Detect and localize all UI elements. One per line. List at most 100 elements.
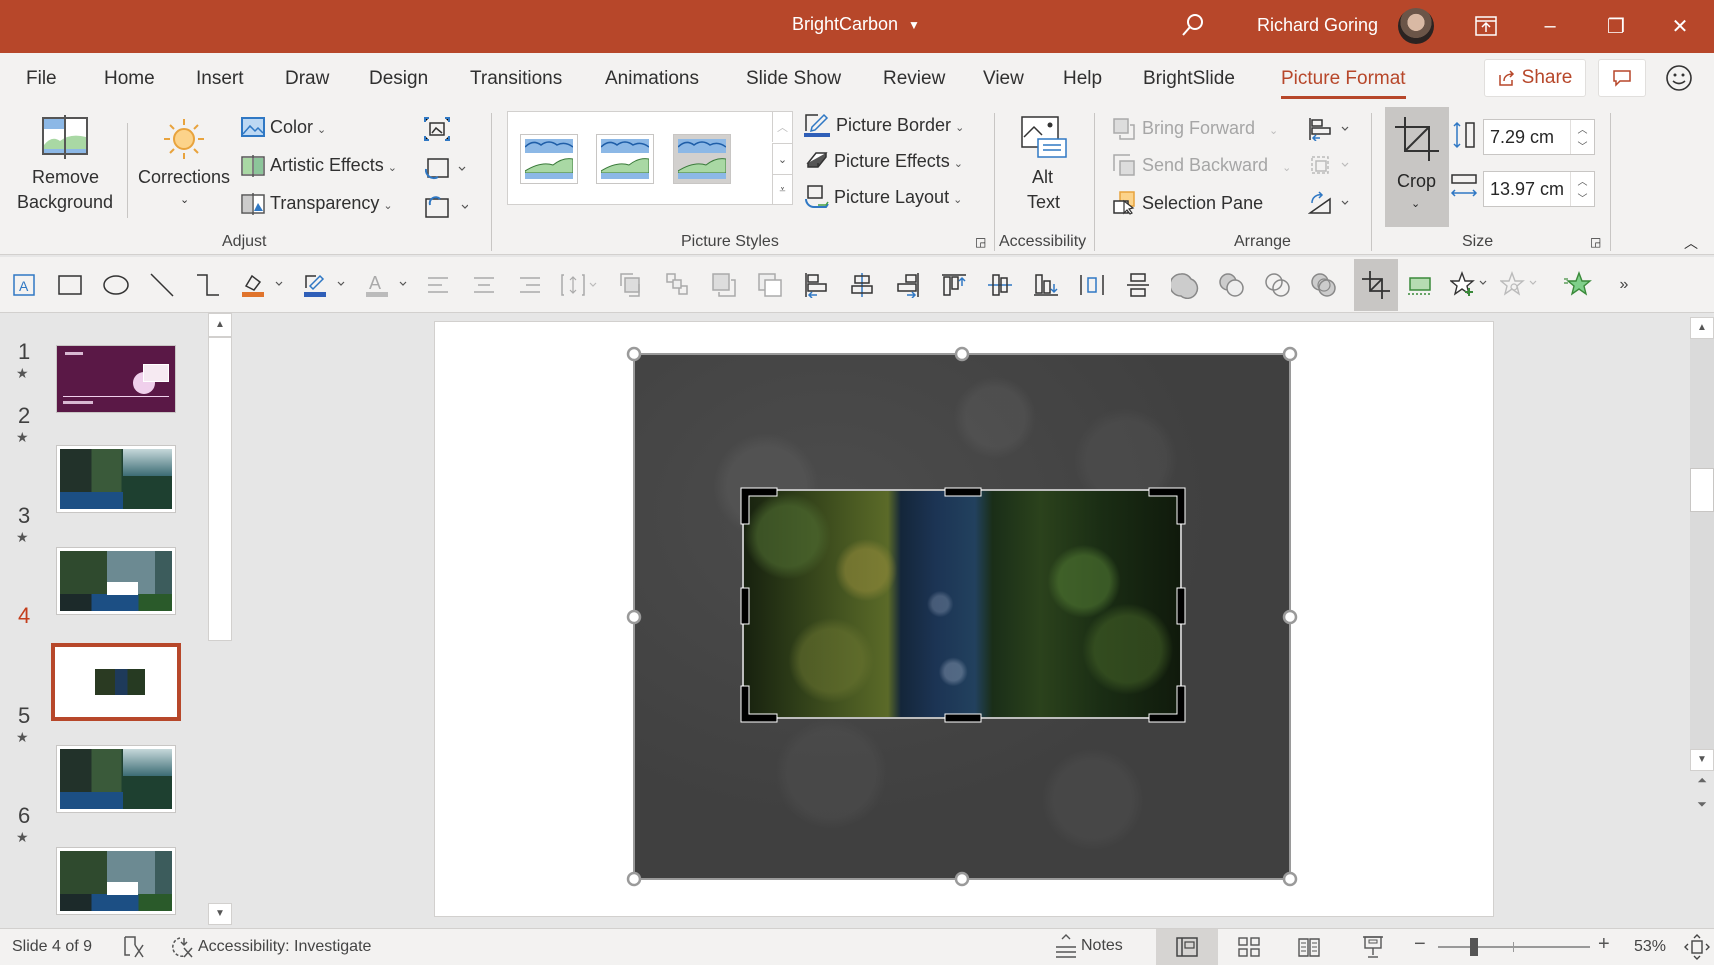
rectangle-icon[interactable] [54,269,86,301]
feedback-smiley-icon[interactable] [1664,63,1694,93]
remove-background-label-1[interactable]: Remove [32,167,99,188]
alt-text-icon[interactable] [1020,115,1068,161]
slide-sorter-icon[interactable] [1238,937,1260,957]
document-title-caret-icon[interactable]: ▼ [908,18,920,32]
close-button[interactable]: ✕ [1660,10,1700,42]
crop-handle-top-right[interactable] [1148,487,1186,525]
spin-down-icon[interactable]: ﹀ [1578,190,1588,205]
crop-toggle-icon[interactable] [1354,259,1398,311]
restore-button[interactable]: ❐ [1596,10,1636,42]
zoom-level[interactable]: 53% [1634,938,1666,956]
change-picture-icon[interactable] [424,157,468,181]
animation-effects-icon[interactable] [1498,269,1542,301]
align-left-icon[interactable] [422,269,454,301]
align-left-objects-icon[interactable] [800,269,832,301]
merge-intersect-icon[interactable] [1308,269,1340,301]
user-avatar[interactable] [1398,8,1434,44]
align-icon[interactable] [1308,117,1352,141]
shape-outline-icon[interactable] [300,269,350,301]
align-top-icon[interactable] [938,269,970,301]
transparency-button[interactable]: Transparency ⌄ [270,193,393,214]
align-middle-icon[interactable] [984,269,1016,301]
merge-fragment-icon[interactable] [1262,269,1294,301]
spelling-check-icon[interactable] [122,935,146,959]
bring-to-front-icon[interactable] [708,269,740,301]
shape-height-spinner[interactable]: ︿ ﹀ [1570,120,1594,154]
picture-style-option[interactable] [596,134,654,184]
color-button[interactable]: Color ⌄ [270,117,326,138]
comments-button[interactable] [1598,59,1646,97]
picture-style-option[interactable] [520,134,578,184]
tab-animations[interactable]: Animations [605,68,699,90]
slide-thumbnail-4-selected[interactable] [51,643,181,721]
line-icon[interactable] [146,269,178,301]
add-animation-icon[interactable] [1448,269,1492,301]
align-right-objects-icon[interactable] [892,269,924,301]
connector-icon[interactable] [192,269,224,301]
compress-pictures-icon[interactable] [424,117,450,141]
normal-view-button[interactable] [1156,929,1218,965]
zoom-out-button[interactable]: − [1414,933,1426,956]
remove-background-button[interactable] [40,115,90,165]
canvas-vertical-scrollbar[interactable]: ▲ ▼ ⏶ ⏷ [1690,313,1714,928]
tab-review[interactable]: Review [883,68,945,90]
scroll-thumb[interactable] [208,337,232,641]
zoom-in-button[interactable]: + [1598,933,1610,956]
align-bottom-icon[interactable] [1030,269,1062,301]
align-center-objects-icon[interactable] [846,269,878,301]
bring-forward-small-icon[interactable] [616,269,648,301]
crop-handle-top-left[interactable] [740,487,778,525]
corrections-dropdown-icon[interactable]: ⌄ [180,193,189,206]
tab-design[interactable]: Design [369,68,428,90]
gallery-scroll-down-button[interactable]: ⌄ [772,143,792,174]
accessibility-checker-icon[interactable] [170,935,194,959]
gallery-scroll-up-button[interactable]: ︿ [772,111,792,142]
slide-thumbnail-6[interactable] [56,847,176,915]
zoom-slider-track[interactable] [1438,938,1590,956]
merge-union-icon[interactable] [1170,269,1202,301]
more-commands-icon[interactable]: » [1608,269,1640,301]
tab-draw[interactable]: Draw [285,68,329,90]
crop-handle-top[interactable] [944,487,982,497]
tab-help[interactable]: Help [1063,68,1102,90]
user-name[interactable]: Richard Goring [1257,15,1378,36]
tab-file[interactable]: File [26,68,57,90]
ribbon-display-options-button[interactable] [1466,10,1506,42]
distribute-horizontally-icon[interactable] [1076,269,1108,301]
scroll-up-button[interactable]: ▲ [1690,317,1714,339]
reset-picture-icon[interactable] [424,195,468,219]
picture-effects-button[interactable]: Picture Effects ⌄ [834,151,963,172]
slide-show-view-icon[interactable] [1362,935,1384,959]
send-to-back-icon[interactable] [754,269,786,301]
minimize-button[interactable]: – [1530,10,1570,42]
crop-handle-left[interactable] [740,587,750,625]
tab-insert[interactable]: Insert [196,68,244,90]
tab-view[interactable]: View [983,68,1024,90]
slide-thumbnail-3[interactable] [56,547,176,615]
next-slide-icon[interactable]: ⏷ [1690,797,1714,817]
oval-icon[interactable] [100,269,132,301]
remove-background-label-2[interactable]: Background [17,192,113,213]
picture-border-button[interactable]: Picture Border ⌄ [836,115,964,136]
shape-width-input[interactable]: 13.97 cm ︿ ﹀ [1483,171,1595,207]
search-icon[interactable] [1178,10,1208,40]
slide-thumbnail-2[interactable] [56,445,176,513]
reading-view-icon[interactable] [1298,937,1320,957]
tab-brightslide[interactable]: BrightSlide [1143,68,1235,90]
spin-up-icon[interactable]: ︿ [1578,173,1588,188]
bring-forward-button[interactable]: Bring Forward ⌄ [1142,118,1278,139]
notes-button[interactable]: Notes [1054,933,1123,959]
slide-thumbnail-1[interactable] [56,345,176,413]
font-color-icon[interactable]: A [362,269,412,301]
scroll-up-button[interactable]: ▲ [208,313,232,337]
scroll-down-button[interactable]: ▼ [1690,749,1714,771]
brightslide-spacing-icon[interactable] [1404,269,1436,301]
size-dialog-launcher-icon[interactable]: ◲ [1590,235,1601,249]
text-box-icon[interactable]: A [8,269,40,301]
animation-pane-icon[interactable] [1562,269,1594,301]
scroll-down-button[interactable]: ▼ [208,903,232,925]
send-backward-button[interactable]: Send Backward ⌄ [1142,155,1291,176]
rotate-icon[interactable] [1308,191,1352,215]
crop-handle-bottom-right[interactable] [1148,685,1186,723]
previous-slide-icon[interactable]: ⏶ [1690,773,1714,793]
